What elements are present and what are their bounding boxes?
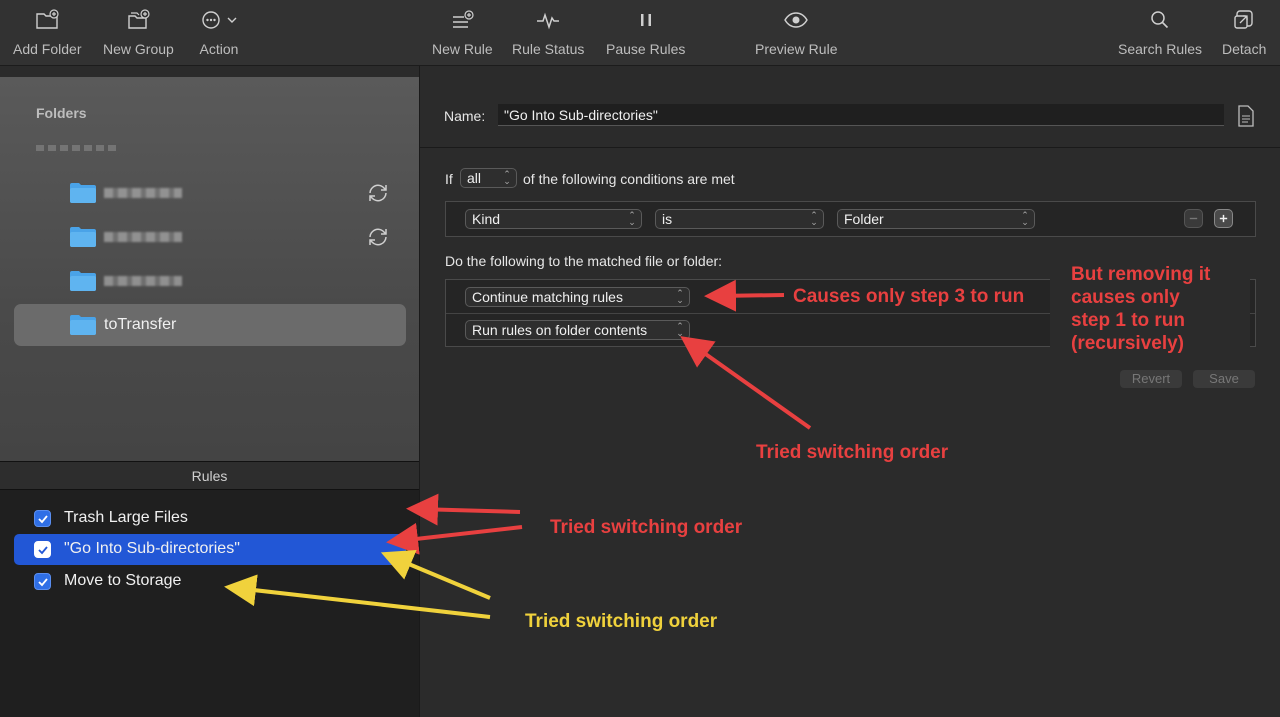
annotation-removing: But removing it causes only step 1 to ru… bbox=[1071, 263, 1210, 355]
condition-attribute-select[interactable]: Kind ⌃ ⌄ bbox=[465, 209, 642, 229]
add-folder-button[interactable]: Add Folder bbox=[13, 8, 81, 57]
folder-icon bbox=[70, 315, 96, 335]
divider bbox=[420, 147, 1280, 148]
rule-enabled-checkbox[interactable] bbox=[34, 573, 51, 590]
condition-value-value: Folder bbox=[844, 211, 884, 227]
rule-name-field[interactable]: "Go Into Sub-directories" bbox=[498, 104, 1224, 126]
plus-icon bbox=[1219, 214, 1228, 223]
rule-label: "Go Into Sub-directories" bbox=[64, 540, 240, 557]
preview-rule-label: Preview Rule bbox=[755, 41, 838, 57]
action-2-value: Run rules on folder contents bbox=[472, 322, 648, 338]
action-1-value: Continue matching rules bbox=[472, 289, 623, 305]
action-menu-button[interactable]: Action bbox=[199, 8, 239, 57]
rule-label: Trash Large Files bbox=[64, 509, 188, 526]
folder-item-selected[interactable]: toTransfer bbox=[14, 304, 406, 346]
folder-icon bbox=[70, 227, 96, 247]
rule-enabled-checkbox[interactable] bbox=[34, 510, 51, 527]
name-label: Name: bbox=[444, 108, 486, 124]
stepper-arrows-icon: ⌃ ⌄ bbox=[676, 288, 684, 305]
condition-operator-value: is bbox=[662, 211, 673, 227]
action-2-select[interactable]: Run rules on folder contents ⌃ ⌄ bbox=[465, 320, 690, 340]
sync-icon[interactable] bbox=[366, 181, 390, 205]
if-label: If bbox=[445, 171, 453, 187]
preview-rule-button[interactable]: Preview Rule bbox=[755, 8, 837, 57]
annotation-line: (recursively) bbox=[1071, 333, 1185, 354]
annotation-tried-2: Tried switching order bbox=[550, 517, 743, 538]
search-rules-label: Search Rules bbox=[1118, 41, 1203, 57]
new-rule-label: New Rule bbox=[432, 41, 493, 57]
rule-row-selected[interactable]: "Go Into Sub-directories" bbox=[14, 534, 406, 565]
remove-condition-button[interactable] bbox=[1184, 209, 1203, 228]
action-label: Action bbox=[199, 41, 239, 57]
condition-operator-select[interactable]: is ⌃ ⌄ bbox=[655, 209, 824, 229]
folder-item[interactable] bbox=[14, 260, 406, 302]
stepper-arrows-icon: ⌃ ⌄ bbox=[1021, 210, 1029, 227]
action-1-select[interactable]: Continue matching rules ⌃ ⌄ bbox=[465, 287, 690, 307]
add-folder-icon bbox=[36, 9, 59, 29]
condition-value-select[interactable]: Folder ⌃ ⌄ bbox=[837, 209, 1035, 229]
new-rule-icon bbox=[453, 10, 474, 28]
rule-enabled-checkbox[interactable] bbox=[34, 541, 51, 558]
document-icon[interactable] bbox=[1237, 105, 1255, 127]
new-rule-button[interactable]: New Rule bbox=[432, 8, 493, 57]
conditions-label: of the following conditions are met bbox=[523, 171, 735, 187]
save-button[interactable]: Save bbox=[1193, 370, 1255, 388]
new-group-label: New Group bbox=[103, 41, 174, 57]
folders-sidebar: Folders toTransfer bbox=[0, 77, 419, 461]
rule-status-label: Rule Status bbox=[512, 41, 585, 57]
annotation-causes-step3: Causes only step 3 to run bbox=[793, 286, 1025, 307]
folder-item[interactable] bbox=[14, 172, 406, 214]
folder-icon bbox=[70, 183, 96, 203]
rule-label: Move to Storage bbox=[64, 572, 182, 589]
match-mode-select[interactable]: all ⌃ ⌄ bbox=[460, 168, 517, 188]
folder-icon bbox=[70, 271, 96, 291]
blurred-group-name bbox=[36, 145, 118, 151]
annotation-line: causes only bbox=[1071, 287, 1180, 308]
blurred-folder-name bbox=[104, 232, 182, 242]
eye-icon bbox=[784, 12, 809, 28]
condition-attribute-value: Kind bbox=[472, 211, 501, 227]
annotation-tried-3: Tried switching order bbox=[525, 611, 718, 632]
detach-icon bbox=[1234, 10, 1253, 29]
actions-label: Do the following to the matched file or … bbox=[445, 253, 723, 269]
minus-icon bbox=[1189, 217, 1198, 220]
detach-label: Detach bbox=[1222, 41, 1267, 57]
annotation-line: But removing it bbox=[1071, 264, 1211, 285]
new-group-button[interactable]: New Group bbox=[103, 8, 174, 57]
pulse-icon bbox=[537, 12, 560, 30]
add-condition-button[interactable] bbox=[1214, 209, 1233, 228]
search-icon bbox=[1151, 11, 1169, 29]
blurred-folder-name bbox=[104, 188, 182, 198]
sync-icon[interactable] bbox=[366, 225, 390, 249]
toolbar: Add Folder New Group Action New Rule Rul… bbox=[0, 0, 1280, 66]
pause-icon bbox=[640, 14, 651, 26]
condition-row: Kind ⌃ ⌄ is ⌃ ⌄ Folder ⌃ ⌄ bbox=[445, 201, 1256, 237]
folder-item[interactable] bbox=[14, 216, 406, 258]
pause-rules-label: Pause Rules bbox=[606, 41, 686, 57]
ellipsis-circle-icon bbox=[202, 11, 237, 29]
add-folder-label: Add Folder bbox=[13, 41, 82, 57]
rule-status-button[interactable]: Rule Status bbox=[512, 8, 584, 57]
revert-button[interactable]: Revert bbox=[1120, 370, 1182, 388]
folders-title: Folders bbox=[36, 105, 87, 121]
stepper-arrows-icon: ⌃ ⌄ bbox=[810, 210, 818, 227]
new-group-icon bbox=[128, 9, 151, 29]
stepper-arrows-icon: ⌃ ⌄ bbox=[628, 210, 636, 227]
annotation-tried-1: Tried switching order bbox=[756, 442, 949, 463]
pause-rules-button[interactable]: Pause Rules bbox=[606, 8, 685, 57]
rules-header: Rules bbox=[0, 461, 419, 490]
stepper-arrows-icon: ⌃ ⌄ bbox=[503, 169, 511, 186]
detach-button[interactable]: Detach bbox=[1222, 8, 1266, 57]
rule-row[interactable]: Move to Storage bbox=[14, 566, 406, 597]
rule-row[interactable]: Trash Large Files bbox=[14, 503, 406, 534]
blurred-folder-name bbox=[104, 276, 182, 286]
search-rules-button[interactable]: Search Rules bbox=[1118, 8, 1202, 57]
match-mode-value: all bbox=[467, 170, 482, 186]
rules-list: Trash Large Files "Go Into Sub-directori… bbox=[0, 490, 419, 717]
folder-name: toTransfer bbox=[104, 316, 177, 333]
stepper-arrows-icon: ⌃ ⌄ bbox=[676, 321, 684, 338]
annotation-line: step 1 to run bbox=[1071, 310, 1186, 331]
